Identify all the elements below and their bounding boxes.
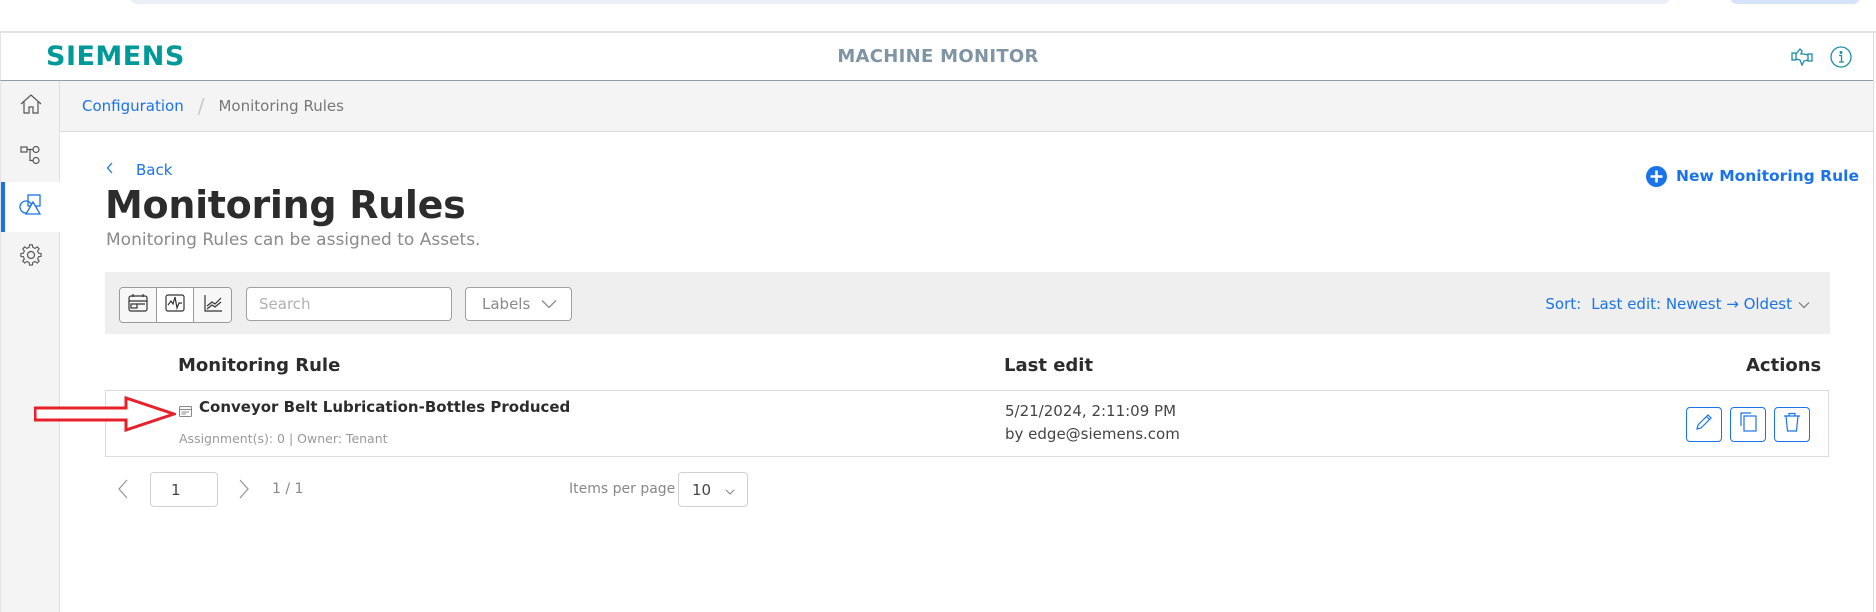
- breadcrumb-configuration-link[interactable]: Configuration: [82, 97, 184, 115]
- home-icon: [19, 92, 43, 121]
- handshake-icon[interactable]: [1788, 43, 1816, 71]
- edit-button[interactable]: [1686, 407, 1722, 442]
- table-row[interactable]: Conveyor Belt Lubrication-Bottles Produc…: [105, 390, 1829, 457]
- browser-address-bar[interactable]: [130, 0, 1670, 4]
- sidebar-item-asset-tree[interactable]: [1, 132, 60, 182]
- labels-dropdown-label: Labels: [482, 295, 531, 313]
- sort-control[interactable]: Sort: Last edit: Newest → Oldest: [1545, 287, 1810, 321]
- signal-view-icon: [164, 293, 186, 318]
- view-toggle-group: [119, 287, 232, 323]
- siemens-logo[interactable]: SIEMENS: [46, 33, 185, 81]
- chart-view-icon: [202, 293, 224, 318]
- new-monitoring-rule-button[interactable]: New Monitoring Rule: [1646, 164, 1859, 188]
- page-right-border: [1873, 33, 1874, 612]
- gear-icon: [19, 243, 43, 272]
- column-header-actions: Actions: [1746, 355, 1822, 376]
- chevron-down-icon: [725, 481, 735, 499]
- duplicate-button[interactable]: [1730, 407, 1766, 442]
- rule-meta: Assignment(s): 0 | Owner: Tenant: [179, 431, 388, 446]
- chart-view-button[interactable]: [194, 288, 231, 322]
- search-input[interactable]: [246, 287, 452, 321]
- chevron-left-icon: [117, 479, 129, 504]
- copy-icon: [1738, 411, 1758, 438]
- breadcrumb-current: Monitoring Rules: [218, 97, 344, 115]
- chevron-down-icon: [1798, 295, 1810, 313]
- chevron-down-icon: [541, 295, 557, 313]
- app-title: MACHINE MONITOR: [837, 46, 1039, 67]
- sidebar-item-home[interactable]: [1, 81, 60, 131]
- breadcrumb-separator: /: [197, 94, 205, 118]
- labels-dropdown[interactable]: Labels: [465, 287, 572, 321]
- sidebar-item-monitoring-rules[interactable]: [1, 182, 60, 232]
- sidebar: [0, 81, 60, 612]
- page-title: Monitoring Rules: [105, 183, 466, 227]
- back-label: Back: [136, 161, 173, 179]
- previous-page-button[interactable]: [112, 476, 134, 506]
- delete-button[interactable]: [1774, 407, 1810, 442]
- page-number-input[interactable]: [150, 472, 218, 507]
- info-icon[interactable]: [1827, 43, 1855, 71]
- breadcrumb: Configuration / Monitoring Rules: [60, 81, 1873, 132]
- last-edit-date: 5/21/2024, 2:11:09 PM: [1005, 402, 1177, 420]
- app-header: MACHINE MONITOR SIEMENS: [0, 33, 1874, 81]
- rules-shapes-icon: [18, 193, 44, 222]
- page-count: 1 / 1: [272, 481, 304, 497]
- last-edit-by: by edge@siemens.com: [1005, 425, 1180, 443]
- chevron-right-icon: [238, 479, 250, 504]
- column-header-monitoring-rule[interactable]: Monitoring Rule: [178, 355, 340, 376]
- new-monitoring-rule-label: New Monitoring Rule: [1676, 167, 1859, 185]
- next-page-button[interactable]: [233, 476, 255, 506]
- items-per-page-select[interactable]: 10: [678, 472, 748, 507]
- card-view-icon: [127, 293, 149, 318]
- sort-label: Sort:: [1545, 295, 1582, 313]
- list-toolbar: Labels Sort: Last edit: Newest → Oldest: [105, 272, 1830, 334]
- annotation-arrow: [34, 396, 176, 432]
- card-view-button[interactable]: [120, 288, 157, 322]
- items-per-page-label: Items per page: [569, 481, 676, 497]
- items-per-page-value: 10: [692, 480, 712, 499]
- sidebar-item-settings[interactable]: [1, 232, 60, 282]
- plus-circle-icon: [1646, 165, 1667, 187]
- rule-card-icon: [179, 404, 192, 417]
- page-subtitle: Monitoring Rules can be assigned to Asse…: [106, 230, 481, 250]
- column-header-last-edit[interactable]: Last edit: [1004, 355, 1093, 376]
- rule-name[interactable]: Conveyor Belt Lubrication-Bottles Produc…: [199, 398, 570, 416]
- browser-top-strip: [0, 0, 1876, 33]
- trash-icon: [1782, 411, 1802, 438]
- sort-value[interactable]: Last edit: Newest → Oldest: [1591, 295, 1792, 313]
- pencil-icon: [1694, 412, 1714, 437]
- chevron-left-icon: [106, 162, 114, 178]
- hierarchy-icon: [19, 143, 43, 172]
- browser-action-button[interactable]: [1730, 0, 1860, 4]
- back-link[interactable]: Back: [106, 159, 172, 181]
- signal-view-button[interactable]: [157, 288, 194, 322]
